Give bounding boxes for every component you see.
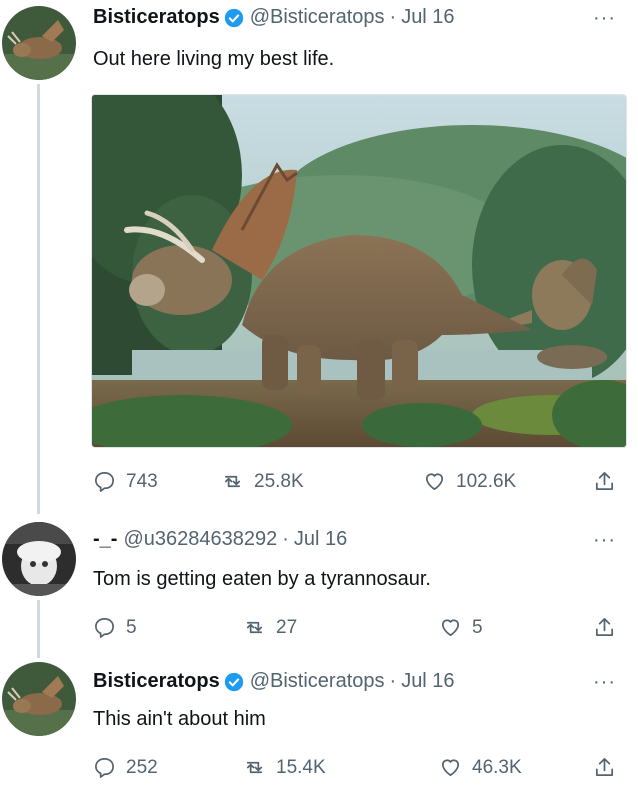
avatar[interactable]	[2, 662, 76, 736]
heart-icon	[425, 473, 444, 491]
thread-line	[37, 600, 40, 658]
tweet-date[interactable]: Jul 16	[401, 670, 454, 693]
verified-badge-icon	[224, 8, 243, 27]
like-button[interactable]: 5	[439, 616, 483, 639]
retweet-button[interactable]: 25.8K	[221, 470, 304, 493]
share-icon	[595, 472, 614, 491]
avatar[interactable]	[2, 6, 76, 80]
retweet-button[interactable]: 27	[243, 616, 297, 639]
retweet-count: 15.4K	[276, 756, 326, 778]
more-options-icon[interactable]: ···	[593, 530, 616, 550]
user-handle[interactable]: @Bisticeratops	[250, 6, 385, 29]
display-name[interactable]: Bisticeratops	[93, 670, 220, 693]
more-options-icon[interactable]: ···	[593, 672, 616, 692]
share-button[interactable]	[593, 470, 616, 498]
retweet-icon	[246, 621, 263, 634]
retweet-button[interactable]: 15.4K	[243, 756, 326, 779]
heart-icon	[441, 759, 460, 777]
reply-icon	[95, 758, 114, 778]
tweet-date[interactable]: Jul 16	[401, 6, 454, 29]
thread-line	[37, 84, 40, 514]
display-name[interactable]: Bisticeratops	[93, 6, 220, 29]
like-count: 46.3K	[472, 756, 522, 778]
heart-icon	[441, 619, 460, 637]
more-options-icon[interactable]: ···	[593, 8, 616, 28]
separator: ·	[282, 528, 289, 550]
tweet-actions: 743 25.8K 102.6K	[93, 470, 623, 498]
tweet-text: Tom is getting eaten by a tyrannosaur.	[93, 568, 431, 590]
tweet-actions: 5 27 5	[93, 616, 623, 644]
reply-count: 743	[126, 470, 158, 492]
like-count: 102.6K	[456, 470, 517, 492]
verified-badge-icon	[224, 672, 243, 691]
share-button[interactable]	[593, 756, 616, 784]
like-button[interactable]: 46.3K	[439, 756, 522, 779]
tweet-text: Out here living my best life.	[93, 48, 335, 70]
reply-button[interactable]: 5	[93, 616, 137, 639]
reply-button[interactable]: 252	[93, 756, 158, 779]
retweet-icon	[246, 761, 263, 774]
tweet-actions: 252 15.4K 46.3K	[93, 756, 623, 784]
like-button[interactable]: 102.6K	[423, 470, 516, 493]
reply-count: 5	[126, 616, 137, 638]
display-name[interactable]: -_-	[93, 528, 117, 551]
share-icon	[595, 618, 614, 637]
user-handle[interactable]: @u36284638292	[123, 528, 277, 551]
separator: ·	[389, 670, 397, 692]
avatar[interactable]	[2, 522, 76, 596]
reply-count: 252	[126, 756, 158, 778]
like-count: 5	[472, 616, 483, 638]
tweet-image[interactable]	[91, 94, 627, 448]
separator: ·	[389, 6, 397, 28]
share-icon	[595, 758, 614, 777]
retweet-icon	[224, 475, 241, 488]
reply-icon	[95, 472, 114, 492]
reply-button[interactable]: 743	[93, 470, 158, 493]
retweet-count: 27	[276, 616, 298, 638]
retweet-count: 25.8K	[254, 470, 304, 492]
tweet-date[interactable]: Jul 16	[294, 528, 347, 551]
tweet-text: This ain't about him	[93, 708, 266, 730]
user-handle[interactable]: @Bisticeratops	[250, 670, 385, 693]
reply-icon	[95, 618, 114, 638]
share-button[interactable]	[593, 616, 616, 644]
